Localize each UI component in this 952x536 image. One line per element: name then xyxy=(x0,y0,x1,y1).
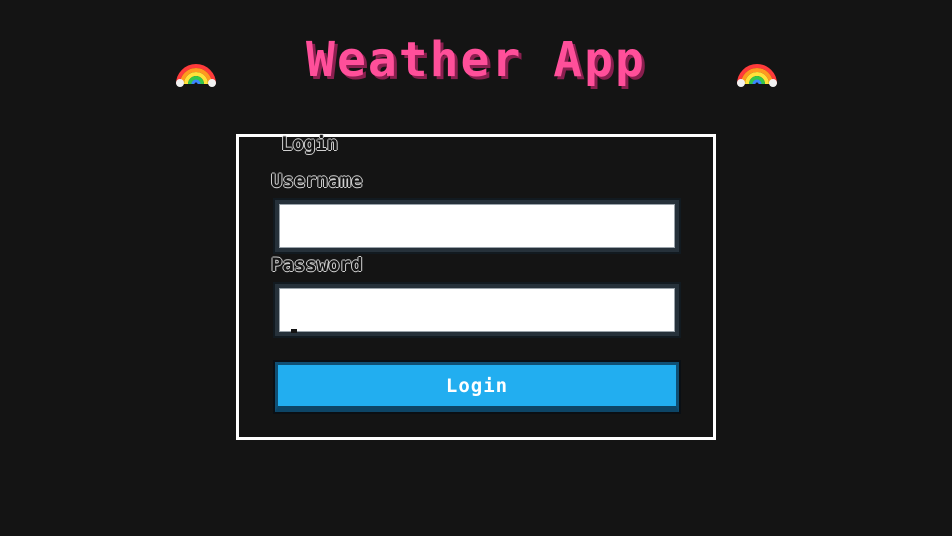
app-title: Weather App xyxy=(306,32,646,88)
username-label: Username xyxy=(271,170,363,192)
login-button[interactable]: Login xyxy=(273,360,681,414)
text-cursor-mark xyxy=(291,329,297,333)
login-form: Login Username Password Login xyxy=(236,133,716,440)
app-header: Weather App xyxy=(0,28,952,90)
password-input[interactable] xyxy=(273,282,681,338)
login-legend: Login xyxy=(281,133,339,155)
password-label: Password xyxy=(271,254,363,276)
username-input[interactable] xyxy=(273,198,681,254)
rainbow-icon xyxy=(737,64,777,87)
